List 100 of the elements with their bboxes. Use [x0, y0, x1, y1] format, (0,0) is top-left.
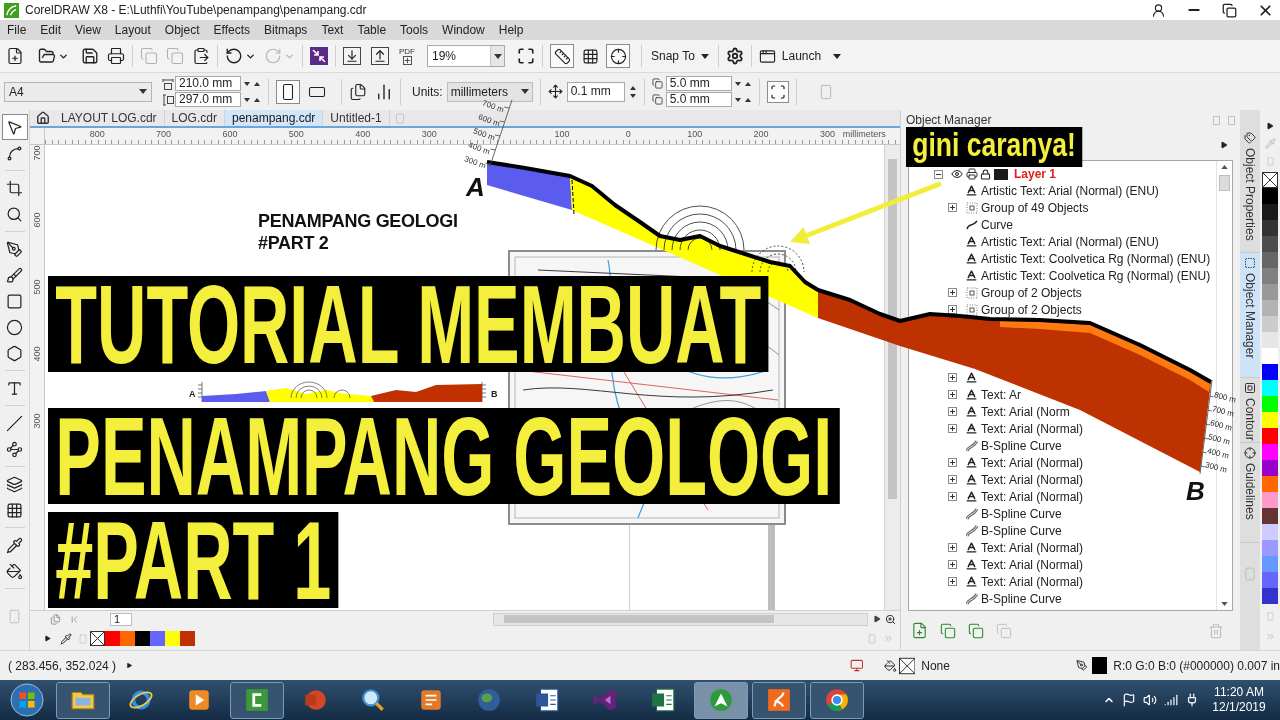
scroll-thumb[interactable] [1219, 175, 1230, 191]
snap-to-button[interactable]: Snap To [649, 47, 711, 65]
import-icon[interactable] [343, 47, 361, 65]
expand-plus-icon[interactable] [948, 390, 957, 399]
expand-plus-icon[interactable] [948, 407, 957, 416]
color-swatch[interactable] [1262, 524, 1278, 540]
frame-button[interactable] [766, 80, 789, 103]
no-color-swatch[interactable] [1262, 172, 1278, 188]
collapse-minus-icon[interactable] [934, 169, 943, 179]
color-swatch[interactable] [150, 631, 165, 646]
expand-plus-icon[interactable] [948, 424, 957, 433]
speaker-icon[interactable] [1143, 693, 1157, 707]
copy-icon[interactable] [940, 622, 956, 639]
settings-icon[interactable] [725, 47, 744, 65]
export-icon[interactable] [371, 47, 389, 65]
object-list-item[interactable]: Group of 49 Objects [981, 200, 1089, 215]
menu-item[interactable]: Layout [107, 20, 158, 40]
account-icon[interactable] [1151, 2, 1166, 18]
page-size-dropdown[interactable]: A4 [4, 81, 152, 102]
bars-icon[interactable] [375, 82, 393, 101]
expand-plus-icon[interactable] [948, 373, 957, 382]
tool-button[interactable] [1, 114, 28, 140]
color-swatch[interactable] [1262, 588, 1278, 604]
color-swatch[interactable] [1262, 268, 1278, 284]
color-swatch[interactable] [180, 631, 195, 646]
eye-icon[interactable] [951, 168, 963, 180]
signal-icon[interactable] [1164, 693, 1178, 707]
color-swatch[interactable] [1262, 252, 1278, 268]
duplicate-y-field[interactable]: 5.0 mm [665, 92, 732, 107]
menu-item[interactable]: Tools [393, 20, 436, 40]
page-number-field[interactable]: 1 [110, 612, 132, 626]
orientation-button[interactable] [276, 79, 300, 104]
color-swatch[interactable] [1262, 556, 1278, 572]
print-icon[interactable] [107, 47, 125, 65]
expand-plus-icon[interactable] [948, 492, 957, 501]
no-color-swatch[interactable] [90, 631, 105, 646]
expand-plus-icon[interactable] [948, 458, 957, 467]
menu-item[interactable]: Text [314, 20, 351, 40]
nudge-distance-field[interactable]: 0.1 mm [566, 81, 625, 102]
palette-arrow-icon[interactable] [44, 635, 51, 642]
flag-icon[interactable] [1122, 693, 1136, 707]
spin-arrows-icon[interactable] [243, 95, 261, 104]
file-plus-icon[interactable] [911, 622, 928, 639]
expand-plus-icon[interactable] [948, 577, 957, 586]
full-screen-icon[interactable] [517, 47, 535, 65]
object-list-item[interactable]: Curve [981, 217, 1013, 232]
paste-icon[interactable] [192, 47, 210, 65]
color-swatch[interactable] [120, 631, 135, 646]
menu-item[interactable]: Effects [206, 20, 257, 40]
menu-item[interactable]: File [0, 20, 34, 40]
save-icon[interactable] [81, 47, 99, 65]
menu-item[interactable]: View [68, 20, 108, 40]
object-list-item[interactable]: Text: Arial (Normal) [981, 455, 1084, 470]
eyedropper-icon[interactable] [60, 632, 72, 645]
zoom-icon[interactable] [885, 613, 896, 625]
object-list-item[interactable]: Text: Ar [981, 387, 1021, 402]
taskbar-app-button[interactable] [694, 681, 748, 719]
color-swatch[interactable] [1262, 540, 1278, 556]
color-swatch[interactable] [1262, 572, 1278, 588]
object-list-item[interactable]: B-Spline Curve [981, 523, 1062, 538]
object-list-item[interactable]: Text: Arial (Normal) [981, 557, 1084, 572]
object-list-item[interactable]: Group of 2 Objects [981, 302, 1082, 317]
palette-arrow-icon[interactable] [1266, 122, 1274, 130]
object-list-item[interactable]: Artistic Text: Coolvetica Rg (Normal) (ENU) [981, 251, 1211, 266]
color-swatch[interactable] [1262, 220, 1278, 236]
new-document-icon[interactable] [6, 47, 24, 65]
taskbar-app-button[interactable] [752, 681, 806, 719]
object-list-item[interactable]: Text: Arial (Normal) [981, 540, 1084, 555]
zoom-level-dropdown[interactable]: 19% [427, 45, 505, 67]
color-swatch[interactable] [1262, 396, 1278, 412]
toggle-button[interactable] [606, 44, 630, 68]
menu-item[interactable]: Window [435, 20, 492, 40]
launch-button[interactable]: Launch [758, 47, 842, 65]
expand-arrow-icon[interactable] [126, 662, 133, 669]
color-swatch[interactable] [1262, 460, 1278, 476]
color-swatch[interactable] [1262, 380, 1278, 396]
menu-item[interactable]: Bitmaps [257, 20, 315, 40]
menu-item[interactable]: Object [157, 20, 207, 40]
expand-plus-icon[interactable] [948, 203, 957, 212]
spin-arrows-icon[interactable] [733, 79, 752, 88]
expand-plus-icon[interactable] [948, 560, 957, 569]
spin-arrows-icon[interactable] [733, 95, 752, 104]
restore-icon[interactable] [1222, 2, 1237, 18]
duplicate-x-field[interactable]: 5.0 mm [665, 76, 732, 91]
expand-plus-icon[interactable] [948, 288, 957, 297]
home-icon[interactable] [36, 111, 50, 125]
monitor-icon[interactable] [850, 658, 865, 673]
menu-item[interactable]: Table [350, 20, 394, 40]
scroll-down-icon[interactable] [1221, 602, 1228, 606]
document-tab[interactable]: penampang.cdr [224, 110, 324, 126]
print-icon[interactable] [966, 168, 978, 180]
object-list-item[interactable]: Group of 2 Objects [981, 285, 1082, 300]
color-swatch[interactable] [1262, 412, 1278, 428]
spin-arrows-icon[interactable] [243, 79, 261, 88]
power-plug-icon[interactable] [1185, 693, 1199, 707]
expand-plus-icon[interactable] [948, 305, 957, 314]
documents-icon[interactable] [349, 82, 367, 101]
toggle-button[interactable] [550, 44, 574, 68]
scroll-up-icon[interactable] [1221, 165, 1228, 169]
object-list-item[interactable]: Text: Arial (Normal) [981, 574, 1084, 589]
